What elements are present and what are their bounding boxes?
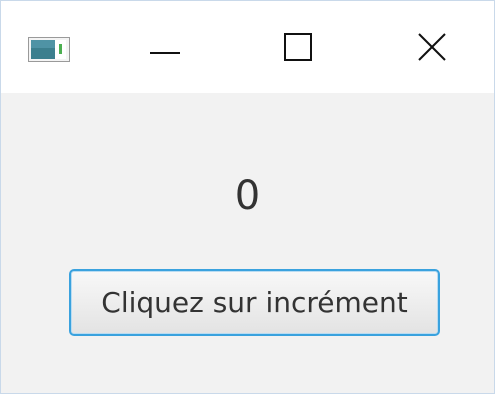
maximize-button[interactable] — [263, 19, 333, 79]
minimize-icon — [150, 40, 180, 59]
increment-button-label: Cliquez sur incrément — [101, 286, 408, 319]
minimize-button[interactable] — [130, 19, 200, 79]
maximize-icon — [284, 33, 312, 65]
increment-button[interactable]: Cliquez sur incrément — [69, 269, 440, 336]
title-bar[interactable] — [1, 1, 494, 93]
close-icon — [418, 33, 446, 65]
main-content: 0 Cliquez sur incrément — [1, 93, 494, 393]
app-window-icon — [28, 37, 70, 62]
close-button[interactable] — [397, 19, 467, 79]
application-window: 0 Cliquez sur incrément — [0, 0, 495, 394]
counter-label: 0 — [234, 173, 261, 219]
